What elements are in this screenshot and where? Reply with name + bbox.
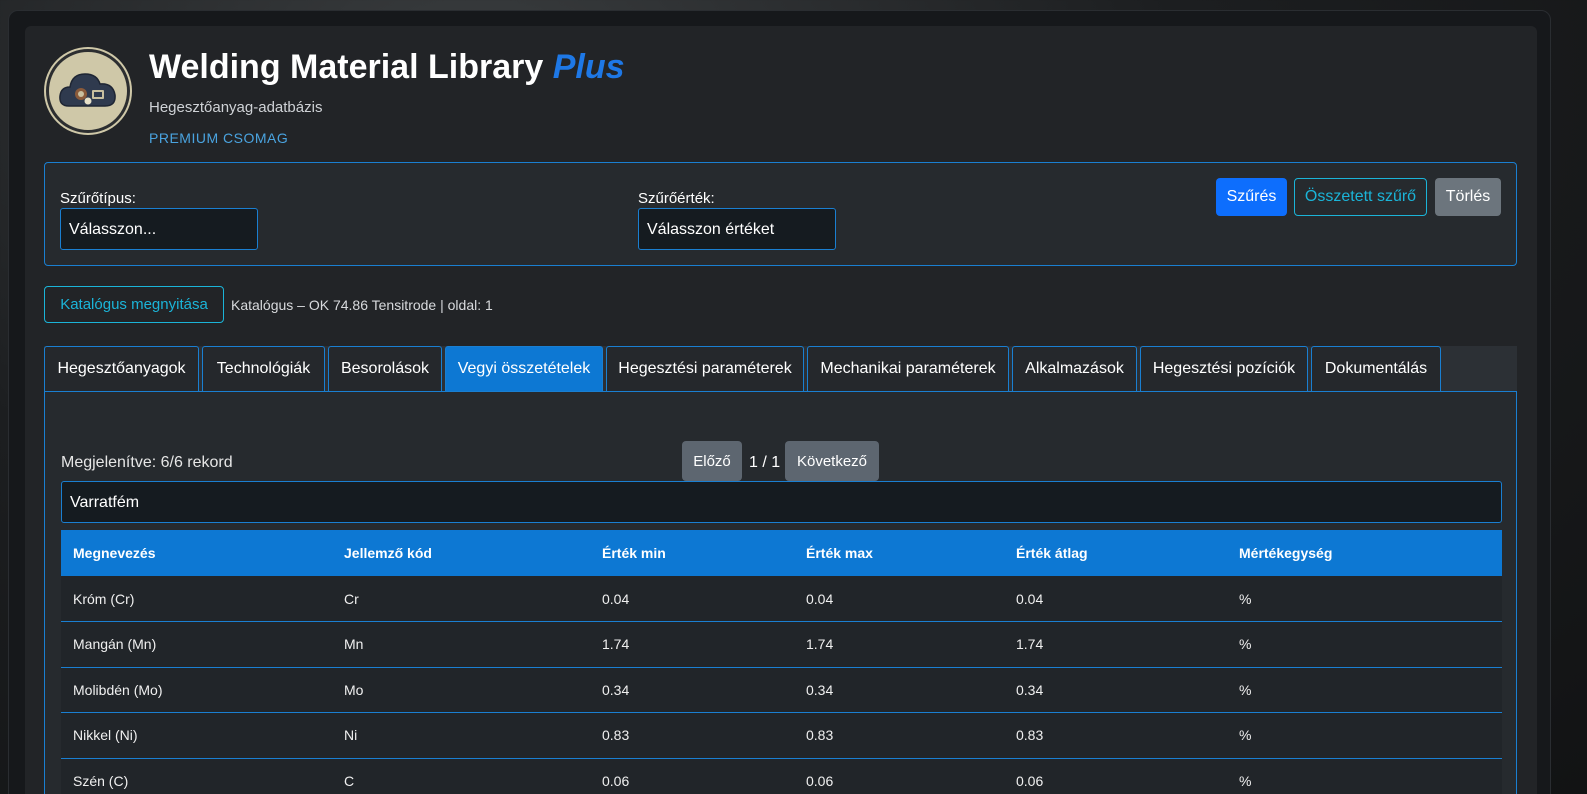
- table-cell: 0.06: [806, 772, 834, 789]
- filter-type-select[interactable]: Válasszon...: [60, 208, 258, 250]
- page-header: Welding Material Library Plus Hegesztőan…: [25, 26, 1537, 146]
- combined-filter-button[interactable]: Összetett szűrő: [1294, 178, 1427, 216]
- table-cell: 1.74: [1016, 636, 1044, 653]
- table-cell: Mn: [344, 636, 364, 653]
- clear-button[interactable]: Törlés: [1435, 178, 1501, 216]
- table-cell: Nikkel (Ni): [73, 727, 138, 744]
- table-cell: Mangán (Mn): [73, 636, 157, 653]
- next-page-button[interactable]: Következő: [785, 441, 879, 481]
- page-title: Welding Material Library Plus: [149, 48, 625, 87]
- table-cell: 0.83: [806, 727, 834, 744]
- tab-hegesztesi-poziciok[interactable]: Hegesztési pozíciók: [1140, 346, 1308, 391]
- table-cell: Szén (C): [73, 772, 129, 789]
- prev-page-button[interactable]: Előző: [682, 441, 742, 481]
- package-badge: PREMIUM CSOMAG: [149, 130, 289, 146]
- tab-bar: Hegesztőanyagok Technológiák Besorolások…: [44, 346, 1517, 391]
- catalog-info: Katalógus – OK 74.86 Tensitrode | oldal:…: [231, 297, 493, 313]
- table-cell: 0.06: [602, 772, 630, 789]
- title-accent: Plus: [552, 48, 625, 86]
- column-header: Megnevezés: [73, 545, 156, 561]
- column-header: Jellemző kód: [344, 545, 432, 561]
- table-cell: Molibdén (Mo): [73, 681, 163, 698]
- tab-hegesztesi-parameterek[interactable]: Hegesztési paraméterek: [606, 346, 804, 391]
- filter-type-label: Szűrőtípus:: [60, 190, 136, 207]
- table-cell: 0.34: [1016, 681, 1044, 698]
- tab-content-panel: Megjelenítve: 6/6 rekord Előző 1 / 1 Köv…: [44, 391, 1517, 794]
- table-row: Mangán (Mn) Mn 1.74 1.74 1.74 %: [61, 621, 1502, 667]
- app-card: Welding Material Library Plus Hegesztőan…: [25, 26, 1537, 794]
- table-cell: %: [1239, 727, 1252, 744]
- app-logo: [46, 49, 130, 133]
- tab-besorolasok[interactable]: Besorolások: [328, 346, 442, 391]
- records-count: Megjelenítve: 6/6 rekord: [61, 454, 233, 471]
- table-cell: %: [1239, 772, 1252, 789]
- table-cell: 0.34: [602, 681, 630, 698]
- tab-vegyi-osszetetelek[interactable]: Vegyi összetételek: [445, 346, 603, 391]
- tab-mechanikai-parameterek[interactable]: Mechanikai paraméterek: [807, 346, 1009, 391]
- table-cell: 0.04: [602, 590, 630, 607]
- column-header: Érték min: [602, 545, 666, 561]
- column-header: Érték max: [806, 545, 873, 561]
- composition-table: Megnevezés Jellemző kód Érték min Érték …: [61, 530, 1502, 794]
- page-subtitle: Hegesztőanyag-adatbázis: [149, 99, 323, 116]
- table-cell: 0.06: [1016, 772, 1044, 789]
- filter-panel: Szűrőtípus: Válasszon... Szűrőérték: Vál…: [44, 162, 1517, 266]
- group-header: Varratfém: [61, 481, 1502, 523]
- filter-button[interactable]: Szűrés: [1216, 178, 1287, 216]
- table-cell: 0.83: [602, 727, 630, 744]
- table-row: Króm (Cr) Cr 0.04 0.04 0.04 %: [61, 576, 1502, 622]
- table-cell: Mo: [344, 681, 364, 698]
- column-header: Érték átlag: [1016, 545, 1088, 561]
- filter-value-select[interactable]: Válasszon értéket: [638, 208, 836, 250]
- table-cell: 0.04: [1016, 590, 1044, 607]
- table-cell: %: [1239, 636, 1252, 653]
- table-cell: 1.74: [806, 636, 834, 653]
- table-cell: Ni: [344, 727, 358, 744]
- table-row: Szén (C) C 0.06 0.06 0.06 %: [61, 758, 1502, 794]
- tab-dokumentalas[interactable]: Dokumentálás: [1311, 346, 1441, 391]
- table-cell: 0.34: [806, 681, 834, 698]
- table-cell: 0.83: [1016, 727, 1044, 744]
- table-header-row: Megnevezés Jellemző kód Érték min Érték …: [61, 530, 1502, 576]
- tab-alkalmazasok[interactable]: Alkalmazások: [1012, 346, 1137, 391]
- tab-hegesztoanyagok[interactable]: Hegesztőanyagok: [44, 346, 199, 391]
- cloud-logo-icon: [59, 73, 116, 107]
- table-cell: 0.04: [806, 590, 834, 607]
- column-header: Mértékegység: [1239, 545, 1333, 561]
- table-cell: Króm (Cr): [73, 590, 135, 607]
- tab-technologiak[interactable]: Technológiák: [202, 346, 325, 391]
- table-row: Molibdén (Mo) Mo 0.34 0.34 0.34 %: [61, 667, 1502, 713]
- table-row: Nikkel (Ni) Ni 0.83 0.83 0.83 %: [61, 712, 1502, 758]
- table-cell: 1.74: [602, 636, 630, 653]
- table-cell: %: [1239, 681, 1252, 698]
- page-indicator: 1 / 1: [749, 454, 781, 471]
- filter-value-label: Szűrőérték:: [638, 190, 715, 207]
- table-cell: %: [1239, 590, 1252, 607]
- title-main: Welding Material Library: [149, 48, 544, 86]
- open-catalog-button[interactable]: Katalógus megnyitása: [44, 286, 224, 323]
- table-cell: C: [344, 772, 355, 789]
- app-window: Welding Material Library Plus Hegesztőan…: [8, 10, 1551, 794]
- table-cell: Cr: [344, 590, 359, 607]
